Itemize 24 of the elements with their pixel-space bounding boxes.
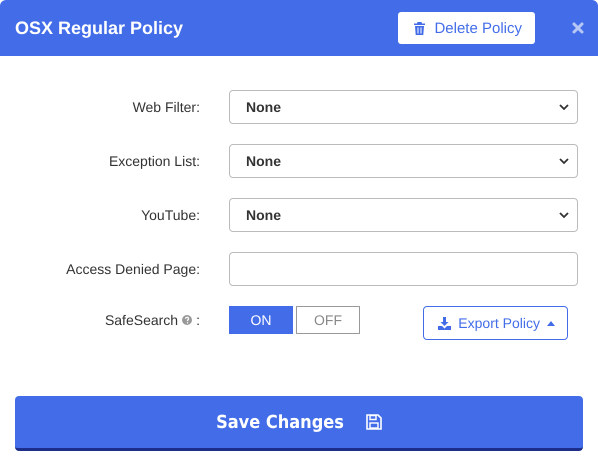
chevron-down-icon <box>559 158 569 164</box>
save-changes-button[interactable]: Save Changes <box>15 396 583 451</box>
toggle-option-button[interactable]: OFF <box>296 306 360 334</box>
input-field[interactable] <box>229 252 578 286</box>
chevron-down-icon <box>559 212 569 218</box>
safesearch-label: SafeSearch <box>104 312 178 328</box>
export-policy-button[interactable]: Export Policy <box>423 306 568 340</box>
field-label: Web Filter: <box>132 99 200 115</box>
chevron-down-icon <box>559 104 569 110</box>
delete-policy-button[interactable]: Delete Policy <box>398 12 535 44</box>
colon: : <box>196 312 200 328</box>
select-field[interactable]: None <box>229 144 578 178</box>
trash-icon <box>414 22 426 34</box>
field-label: Access Denied Page: <box>65 261 200 277</box>
caret-up-icon <box>547 320 555 326</box>
help-icon[interactable] <box>182 315 192 325</box>
download-icon <box>438 316 452 330</box>
close-icon[interactable] <box>572 22 584 34</box>
field-label: Exception List: <box>108 153 200 169</box>
select-field[interactable]: None <box>229 198 578 232</box>
window-title: OSX Regular Policy <box>15 18 184 38</box>
select-field[interactable]: None <box>229 90 578 124</box>
field-label: YouTube: <box>140 207 200 223</box>
toggle-option-button[interactable]: ON <box>229 306 293 334</box>
